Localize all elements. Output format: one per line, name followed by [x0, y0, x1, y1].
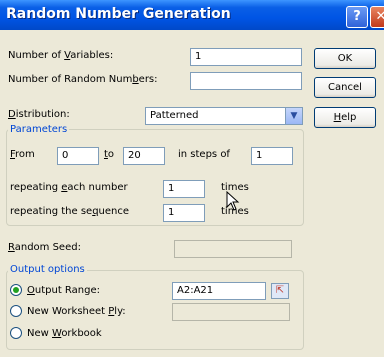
- cancel-button[interactable]: Cancel: [314, 77, 376, 98]
- range-select-icon[interactable]: ⇱: [271, 283, 289, 299]
- output-range-radio[interactable]: [10, 284, 22, 296]
- from-input[interactable]: 0: [57, 147, 99, 165]
- new-workbook-label[interactable]: New Workbook: [27, 328, 102, 339]
- steps-label: in steps of: [178, 149, 230, 160]
- random-seed-input[interactable]: [174, 240, 292, 258]
- window-title: Random Number Generation: [6, 6, 231, 22]
- close-button[interactable]: ✕: [370, 6, 384, 28]
- distribution-label: Distribution:: [8, 109, 70, 120]
- repeat-each-input[interactable]: 1: [163, 180, 205, 198]
- output-range-input[interactable]: A2:A21: [172, 282, 266, 300]
- num-variables-input[interactable]: 1: [190, 48, 302, 66]
- new-worksheet-radio[interactable]: [10, 305, 22, 317]
- output-range-label[interactable]: Output Range:: [27, 285, 100, 296]
- parameters-group-title: Parameters: [8, 124, 70, 135]
- title-bar[interactable]: Random Number Generation ? ✕: [0, 0, 384, 30]
- steps-input[interactable]: 1: [251, 147, 293, 165]
- to-input[interactable]: 20: [123, 147, 165, 165]
- repeat-seq-label: repeating the sequence: [10, 206, 130, 217]
- help-button[interactable]: Help: [314, 107, 376, 128]
- distribution-select[interactable]: Patterned ▼: [145, 107, 303, 125]
- mouse-cursor-icon: [226, 191, 240, 211]
- distribution-value: Patterned: [150, 110, 199, 121]
- new-worksheet-input[interactable]: [172, 303, 290, 321]
- new-workbook-radio[interactable]: [10, 327, 22, 339]
- chevron-down-icon[interactable]: ▼: [285, 108, 302, 124]
- output-options-title: Output options: [8, 264, 87, 275]
- new-worksheet-label[interactable]: New Worksheet Ply:: [27, 306, 126, 317]
- repeat-seq-input[interactable]: 1: [163, 204, 205, 222]
- num-variables-label: Number of Variables:: [8, 50, 114, 61]
- from-label: From: [10, 149, 35, 160]
- to-label: to: [104, 149, 115, 160]
- help-title-button[interactable]: ?: [346, 6, 368, 28]
- repeat-each-label: repeating each number: [10, 182, 128, 193]
- num-random-numbers-input[interactable]: [190, 72, 302, 90]
- num-random-numbers-label: Number of Random Numbers:: [8, 74, 158, 85]
- random-seed-label: Random Seed:: [8, 242, 81, 253]
- dialog-window: Random Number Generation ? ✕ Number of V…: [0, 0, 384, 357]
- ok-button[interactable]: OK: [314, 48, 376, 69]
